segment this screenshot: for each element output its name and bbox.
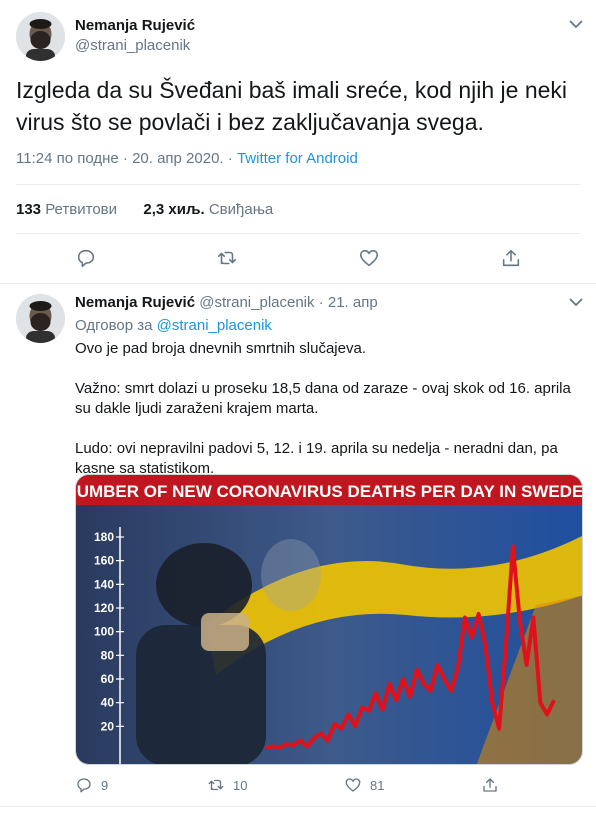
likes-count: 2,3 хиљ. bbox=[143, 201, 205, 218]
attached-image[interactable]: NUMBER OF NEW CORONAVIRUS DEATHS PER DAY… bbox=[75, 474, 583, 765]
y-tick-label: 180 bbox=[94, 530, 114, 544]
divider bbox=[16, 233, 580, 234]
like-button[interactable]: 81 bbox=[344, 776, 384, 794]
y-tick-label: 60 bbox=[101, 672, 115, 686]
tweet-source[interactable]: Twitter for Android bbox=[237, 150, 358, 167]
reply-icon bbox=[77, 778, 91, 793]
chart-headline: NUMBER OF NEW CORONAVIRUS DEATHS PER DAY… bbox=[76, 482, 583, 501]
divider bbox=[0, 806, 596, 807]
reply-to-label: Одговор за bbox=[75, 317, 153, 334]
retweet-button[interactable]: 10 bbox=[207, 776, 247, 794]
y-tick-label: 40 bbox=[101, 696, 115, 710]
chevron-down-icon[interactable] bbox=[566, 14, 586, 34]
tweet-timestamp[interactable]: 11:24 по подне · 20. апр 2020. · bbox=[16, 150, 237, 167]
y-tick-label: 20 bbox=[101, 719, 115, 733]
likes-label: Свиђања bbox=[208, 201, 274, 218]
share-button[interactable] bbox=[500, 247, 524, 271]
avatar[interactable] bbox=[16, 12, 65, 61]
tweet-text: Izgleda da su Šveđani baš imali sreće, k… bbox=[16, 77, 568, 135]
reply-button[interactable]: 9 bbox=[75, 776, 108, 794]
retweets-stat[interactable]: 133 Ретвитови bbox=[16, 201, 117, 218]
reply-header: Nemanja Rujević @strani_placenik · 21. а… bbox=[75, 294, 378, 311]
retweet-button[interactable] bbox=[216, 247, 240, 271]
divider bbox=[16, 184, 580, 185]
divider bbox=[0, 283, 596, 284]
avatar[interactable] bbox=[16, 294, 65, 343]
reply-paragraph: Ovo je pad broja dnevnih smrtnih slučaje… bbox=[75, 340, 366, 357]
author-handle[interactable]: @strani_placenik bbox=[75, 37, 190, 54]
retweets-count: 133 bbox=[16, 201, 42, 218]
retweets-count: 10 bbox=[233, 777, 248, 793]
y-tick-label: 100 bbox=[94, 625, 114, 639]
heart-icon bbox=[359, 249, 379, 267]
photo-face-mask bbox=[201, 613, 249, 651]
y-tick-label: 120 bbox=[94, 601, 114, 615]
tweet-stats: 133 Ретвитови 2,3 хиљ. Свиђања bbox=[16, 201, 273, 218]
author-name[interactable]: Nemanja Rujević bbox=[75, 17, 195, 34]
reply-paragraph: Važno: smrt dolazi u proseku 18,5 dana o… bbox=[75, 380, 571, 417]
y-tick-label: 140 bbox=[94, 577, 114, 591]
like-button[interactable] bbox=[358, 247, 382, 271]
author-handle-date[interactable]: @strani_placenik · 21. апр bbox=[199, 294, 377, 311]
reply-icon bbox=[77, 249, 95, 268]
replies-count: 9 bbox=[101, 777, 109, 793]
likes-count: 81 bbox=[370, 777, 385, 793]
tweet-meta: 11:24 по подне · 20. апр 2020. · Twitter… bbox=[16, 150, 358, 167]
reply-paragraph: Ludo: ovi nepravilni padovi 5, 12. i 19.… bbox=[75, 440, 558, 477]
share-button[interactable] bbox=[481, 776, 499, 794]
chart-image: NUMBER OF NEW CORONAVIRUS DEATHS PER DAY… bbox=[76, 475, 583, 764]
retweets-label: Ретвитови bbox=[45, 201, 118, 218]
reply-to-link[interactable]: @strani_placenik bbox=[157, 317, 272, 334]
reply-button[interactable] bbox=[75, 247, 99, 271]
y-tick-label: 80 bbox=[101, 648, 115, 662]
heart-icon bbox=[345, 778, 361, 792]
share-icon bbox=[483, 778, 497, 792]
retweet-icon bbox=[217, 251, 237, 265]
photo-bg-person bbox=[261, 539, 321, 611]
chevron-down-icon[interactable] bbox=[566, 292, 586, 312]
reply-to: Одговор за @strani_placenik bbox=[75, 317, 272, 334]
author-name[interactable]: Nemanja Rujević bbox=[75, 294, 195, 311]
retweet-icon bbox=[208, 779, 224, 791]
y-tick-label: 160 bbox=[94, 554, 114, 568]
share-icon bbox=[502, 249, 520, 267]
likes-stat[interactable]: 2,3 хиљ. Свиђања bbox=[143, 201, 273, 218]
